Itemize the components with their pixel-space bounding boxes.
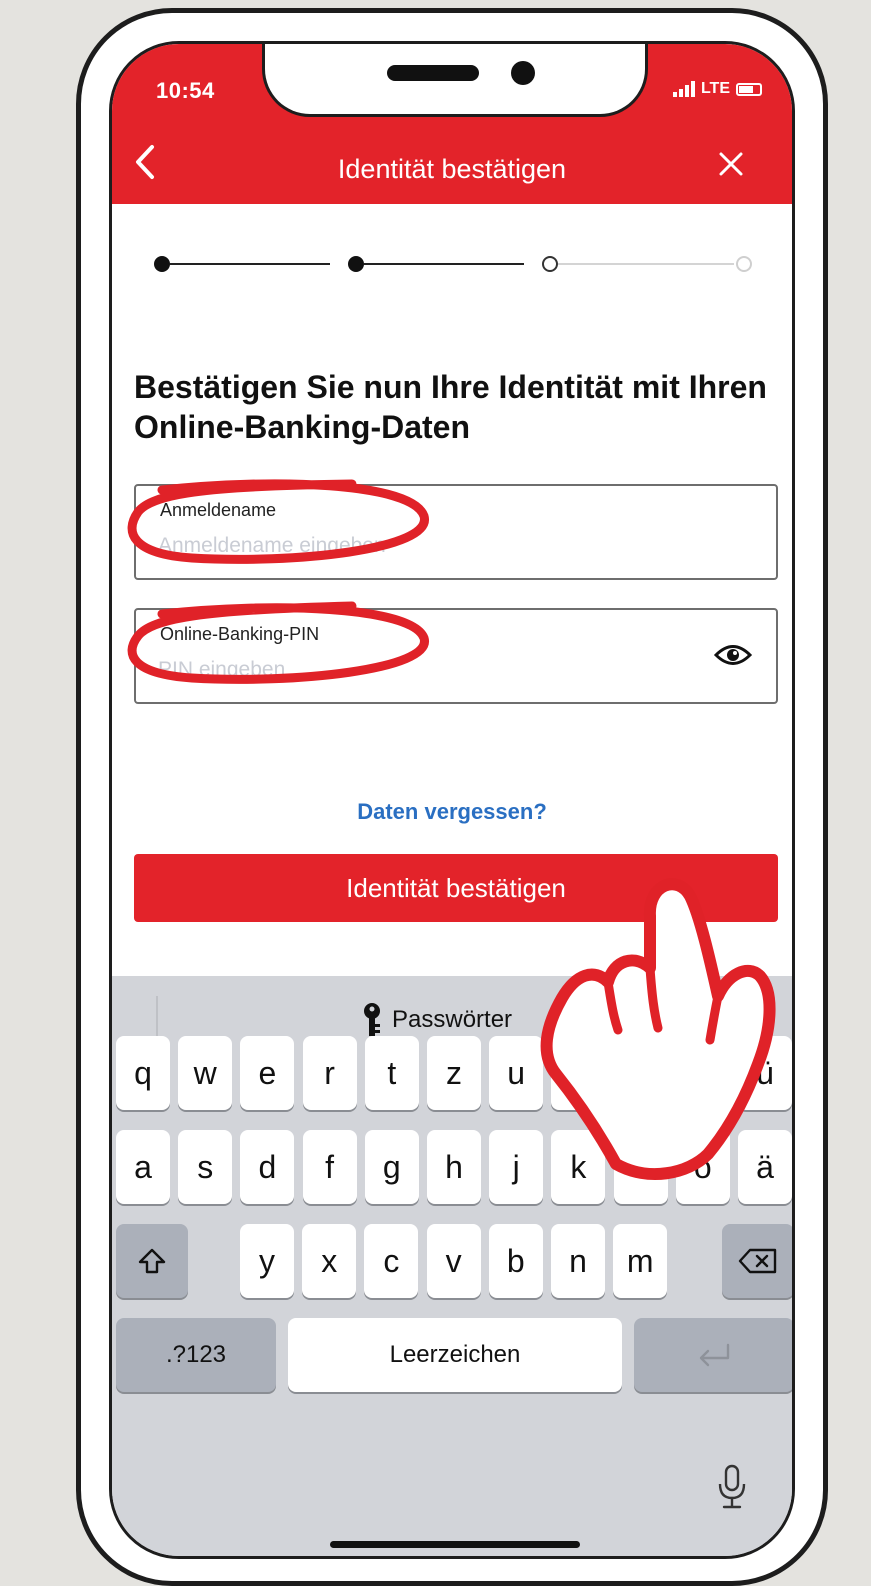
step-dot-upcoming — [736, 256, 752, 272]
annotation-circle-username — [127, 479, 429, 564]
signal-icon — [672, 81, 695, 97]
phone-screen: 10:54 LTE Identität bestätigen Bestätige… — [109, 41, 795, 1559]
key-a[interactable]: a — [116, 1130, 170, 1204]
step-dot-current — [542, 256, 558, 272]
space-key[interactable]: Leerzeichen — [288, 1318, 622, 1392]
key-h[interactable]: h — [427, 1130, 481, 1204]
key-x[interactable]: x — [302, 1224, 357, 1298]
network-label: LTE — [700, 80, 730, 97]
key-e[interactable]: e — [240, 1036, 295, 1110]
camera — [511, 61, 535, 85]
key-j[interactable]: j — [489, 1130, 544, 1204]
instruction-heading: Bestätigen Sie nun Ihre Identität mit Ih… — [134, 369, 767, 445]
key-c[interactable]: c — [364, 1224, 419, 1298]
notch — [262, 44, 648, 117]
eye-icon — [713, 645, 753, 665]
passwords-label: Passwörter — [392, 1006, 513, 1033]
key-w[interactable]: w — [178, 1036, 233, 1110]
step-dot-completed — [348, 256, 364, 272]
battery-icon — [736, 82, 762, 96]
key-n[interactable]: n — [551, 1224, 605, 1298]
key-s[interactable]: s — [178, 1130, 233, 1204]
pointing-hand-icon — [540, 878, 776, 1180]
home-indicator — [330, 1541, 580, 1548]
key-m[interactable]: m — [613, 1224, 668, 1298]
shift-key[interactable] — [116, 1224, 188, 1298]
close-icon — [719, 152, 743, 176]
key-q[interactable]: q — [116, 1036, 170, 1110]
key-v[interactable]: v — [426, 1224, 481, 1298]
status-time: 10:54 — [156, 78, 215, 103]
stepper-line — [558, 263, 734, 265]
key-u[interactable]: u — [489, 1036, 544, 1110]
annotation-circle-pin — [127, 601, 429, 684]
page-title: Identität bestätigen — [337, 154, 567, 184]
status-icons: LTE — [672, 80, 762, 98]
key-f[interactable]: f — [302, 1130, 357, 1204]
key-r[interactable]: r — [302, 1036, 357, 1110]
passwords-suggestion[interactable]: Passwörter — [362, 1002, 512, 1038]
show-pin-toggle[interactable] — [713, 642, 753, 673]
key-icon — [364, 1003, 380, 1036]
key-t[interactable]: t — [364, 1036, 419, 1110]
phone-frame: 10:54 LTE Identität bestätigen Bestätige… — [76, 8, 828, 1586]
key-g[interactable]: g — [364, 1130, 419, 1204]
numbers-key[interactable]: .?123 — [116, 1318, 276, 1392]
suggestion-divider — [156, 996, 158, 1038]
stepper-line — [364, 263, 524, 265]
microphone-icon — [718, 1464, 746, 1509]
key-z[interactable]: z — [427, 1036, 481, 1110]
return-key[interactable] — [634, 1318, 792, 1392]
key-d[interactable]: d — [240, 1130, 295, 1204]
backspace-key[interactable] — [722, 1224, 792, 1298]
backspace-icon — [738, 1248, 777, 1274]
shift-icon — [138, 1248, 166, 1274]
stepper-line — [170, 263, 330, 265]
progress-stepper — [152, 254, 758, 274]
step-dot-completed — [154, 256, 170, 272]
forgot-data-link[interactable]: Daten vergessen? — [112, 799, 792, 825]
key-b[interactable]: b — [488, 1224, 543, 1298]
key-y[interactable]: y — [240, 1224, 294, 1298]
dictation-button[interactable] — [717, 1464, 747, 1515]
return-icon — [699, 1343, 730, 1367]
speaker — [387, 65, 479, 81]
close-button[interactable] — [718, 146, 744, 186]
